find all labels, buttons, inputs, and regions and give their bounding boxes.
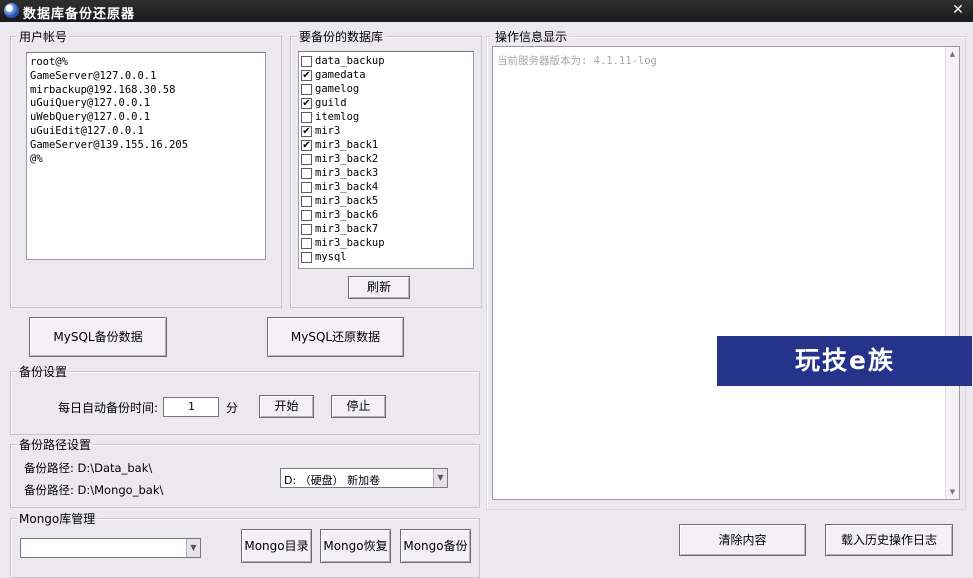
database-item[interactable]: data_backup [299,54,473,68]
database-name: mir3_back5 [315,195,379,207]
mongo-select[interactable]: ▼ [20,538,201,558]
database-checkbox[interactable] [301,181,312,193]
database-checkbox[interactable]: ✔ [301,97,312,109]
database-name: guild [315,97,347,109]
app-icon [4,3,19,18]
auto-backup-time-input[interactable]: 1 [163,397,219,417]
user-account-item[interactable]: root@% [27,56,265,70]
database-checkbox[interactable]: ✔ [301,125,312,137]
mongo-dir-button[interactable]: Mongo目录 [241,529,312,563]
database-name: data_backup [315,55,385,67]
auto-backup-time-value: 1 [188,400,195,413]
mongo-group-label: Mongo库管理 [17,510,98,527]
scroll-down-icon[interactable]: ▼ [946,485,959,499]
databases-label: 要备份的数据库 [297,28,386,45]
database-name: mir3_back2 [315,153,379,165]
user-account-item[interactable]: GameServer@139.155.16.205 [27,139,265,153]
user-account-item[interactable]: uWebQuery@127.0.0.1 [27,111,265,125]
user-accounts-list[interactable]: root@% GameServer@127.0.0.1 mirbackup@192.… [26,52,266,260]
database-item[interactable]: mir3_back6 [299,208,473,222]
log-textarea[interactable]: 当前服务器版本为: 4.1.11-log ▲ ▼ [492,46,960,500]
mysql-backup-button[interactable]: MySQL备份数据 [29,317,167,357]
database-checkbox[interactable] [301,55,312,67]
scroll-up-icon[interactable]: ▲ [946,47,959,61]
database-name: gamedata [315,69,366,81]
database-item[interactable]: mir3_back2 [299,152,473,166]
database-name: mysql [315,251,347,263]
clear-log-button[interactable]: 清除内容 [679,524,806,556]
path-settings-label: 备份路径设置 [17,436,94,453]
log-scrollbar[interactable]: ▲ ▼ [945,47,959,499]
drive-select-value: D: （硬盘） 新加卷 [284,474,381,487]
chevron-down-icon[interactable]: ▼ [186,539,200,557]
database-checkbox[interactable]: ✔ [301,139,312,151]
mongo-backup-button[interactable]: Mongo备份 [400,529,471,563]
database-item[interactable]: ✔ guild [299,96,473,110]
mongo-restore-button[interactable]: Mongo恢复 [320,529,391,563]
database-name: mir3 [315,125,341,137]
database-name: mir3_back7 [315,223,379,235]
database-item[interactable]: ✔ mir3_back1 [299,138,473,152]
chevron-down-icon[interactable]: ▼ [433,469,447,487]
database-name: mir3_back4 [315,181,379,193]
minutes-unit-label: 分 [226,401,239,415]
stop-button[interactable]: 停止 [331,395,386,418]
database-name: mir3_back6 [315,209,379,221]
load-history-log-button[interactable]: 载入历史操作日志 [825,524,953,556]
app-window: 数据库备份还原器 ✕ 用户帐号 root@% GameServer@127.0.0… [0,0,973,578]
data-backup-path: 备份路径: D:\Data_bak\ [24,461,153,475]
database-checkbox[interactable] [301,251,312,263]
database-name: mir3_back1 [315,139,379,151]
log-group-label: 操作信息显示 [493,28,570,45]
auto-backup-time-label: 每日自动备份时间: [58,401,159,415]
database-checkbox[interactable]: ✔ [301,69,312,81]
user-accounts-label: 用户帐号 [17,28,70,45]
database-item[interactable]: mir3_back5 [299,194,473,208]
database-checkbox[interactable] [301,195,312,207]
window-title: 数据库备份还原器 [23,7,136,22]
user-account-item[interactable]: uGuiEdit@127.0.0.1 [27,125,265,139]
mysql-restore-button[interactable]: MySQL还原数据 [267,317,404,357]
database-name: mir3_back3 [315,167,379,179]
database-item[interactable]: mir3_back4 [299,180,473,194]
database-name: itemlog [315,111,360,123]
database-item[interactable]: ✔ mir3 [299,124,473,138]
database-checkbox[interactable] [301,153,312,165]
database-item[interactable]: mir3_back7 [299,222,473,236]
database-item[interactable]: itemlog [299,110,473,124]
watermark-logo: 玩技e族 [717,336,972,386]
database-name: mir3_backup [315,237,385,249]
drive-select[interactable]: D: （硬盘） 新加卷 ▼ [280,468,448,488]
database-checkbox[interactable] [301,209,312,221]
start-button[interactable]: 开始 [259,395,314,418]
refresh-button[interactable]: 刷新 [348,276,410,299]
log-line: 当前服务器版本为: 4.1.11-log [497,55,657,67]
database-checkbox[interactable] [301,83,312,95]
database-checkbox[interactable] [301,237,312,249]
databases-list[interactable]: data_backup ✔ gamedata gamelog ✔ guild itemlog… [298,51,474,269]
database-item[interactable]: mir3_backup [299,236,473,250]
user-account-item[interactable]: uGuiQuery@127.0.0.1 [27,97,265,111]
database-item[interactable]: mir3_back3 [299,166,473,180]
close-button[interactable]: ✕ [949,3,967,19]
user-account-item[interactable]: mirbackup@192.168.30.58 [27,84,265,98]
user-account-item[interactable]: GameServer@127.0.0.1 [27,70,265,84]
database-item[interactable]: ✔ gamedata [299,68,473,82]
backup-settings-label: 备份设置 [17,363,70,380]
title-bar: 数据库备份还原器 ✕ [0,0,973,22]
database-checkbox[interactable] [301,223,312,235]
database-item[interactable]: gamelog [299,82,473,96]
database-checkbox[interactable] [301,167,312,179]
database-checkbox[interactable] [301,111,312,123]
database-item[interactable]: mysql [299,250,473,264]
user-account-item[interactable]: @% [27,153,265,167]
mongo-backup-path: 备份路径: D:\Mongo_bak\ [24,483,164,497]
database-name: gamelog [315,83,360,95]
